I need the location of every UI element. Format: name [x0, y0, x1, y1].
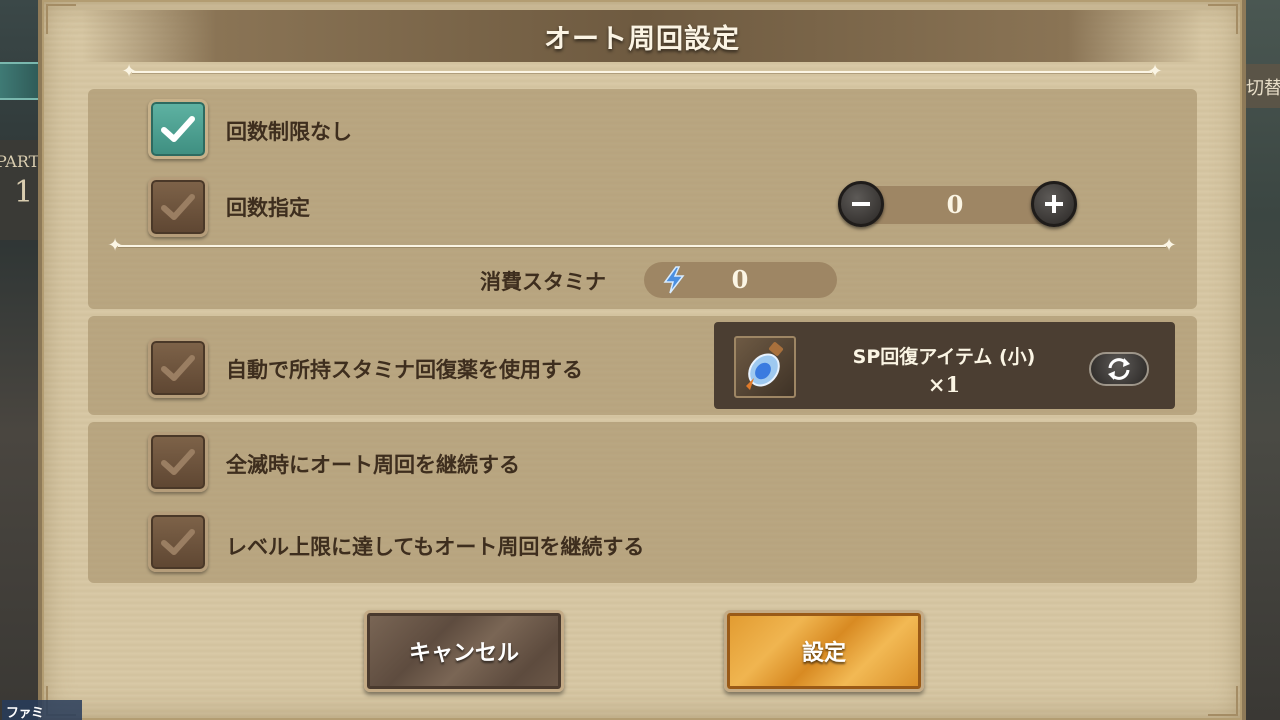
minus-icon [852, 202, 870, 206]
corner-ornament [1208, 686, 1238, 716]
item-thumbnail [734, 336, 796, 398]
divider-ornament-icon: ✦ [107, 235, 123, 256]
swap-icon [1108, 358, 1130, 380]
title-divider: ✦ ✦ [121, 63, 1162, 81]
unlimited-checkbox[interactable] [148, 99, 208, 159]
specify-count-checkbox[interactable] [148, 177, 208, 237]
background-teal-tab [0, 62, 40, 100]
item-quantity: ×1 [927, 372, 961, 397]
watermark-logo: ファミ通.com [2, 700, 82, 720]
background-right [1240, 0, 1280, 720]
swap-item-button[interactable] [1089, 352, 1149, 386]
stamina-cost-value: 0 [731, 265, 749, 294]
cancel-button[interactable]: キャンセル [364, 610, 564, 692]
corner-ornament [1208, 4, 1238, 34]
potion-icon [746, 342, 783, 390]
check-icon [161, 194, 195, 220]
stamina-cost-label: 消費スタミナ [480, 270, 606, 294]
continue-on-level-cap-label: レベル上限に達してもオート周回を継続する [226, 535, 645, 559]
background-switch-label: 切替 [1240, 64, 1280, 108]
divider-ornament-icon: ✦ [121, 61, 137, 82]
cancel-button-label: キャンセル [408, 641, 519, 666]
check-icon [161, 529, 195, 555]
continue-on-wipe-label: 全滅時にオート周回を継続する [226, 453, 520, 477]
lightning-icon [663, 266, 685, 294]
item-name: SP回復アイテム (小) [852, 346, 1036, 368]
plus-icon [1045, 195, 1063, 213]
auto-recover-label: 自動で所持スタミナ回復薬を使用する [226, 358, 583, 382]
corner-ornament [46, 4, 76, 34]
unlimited-label: 回数制限なし [226, 120, 352, 144]
recovery-item-selector: SP回復アイテム (小) ×1 [714, 322, 1175, 409]
confirm-button-label: 設定 [801, 641, 846, 666]
check-icon [161, 355, 195, 381]
increment-button[interactable] [1031, 181, 1077, 227]
check-icon [161, 116, 195, 142]
confirm-button[interactable]: 設定 [724, 610, 924, 692]
background-left [0, 0, 40, 720]
part-text: PART [0, 152, 40, 171]
part-number: 1 [14, 175, 34, 210]
title-bar: オート周回設定 [82, 10, 1202, 62]
dialog-title: オート周回設定 [544, 23, 740, 55]
decrement-button[interactable] [838, 181, 884, 227]
stamina-divider: ✦ ✦ [107, 237, 1176, 255]
continue-on-level-cap-checkbox[interactable] [148, 512, 208, 572]
auto-recover-checkbox[interactable] [148, 338, 208, 398]
divider-ornament-icon: ✦ [1161, 235, 1177, 256]
continue-on-wipe-checkbox[interactable] [148, 432, 208, 492]
check-icon [161, 449, 195, 475]
divider-ornament-icon: ✦ [1147, 61, 1163, 82]
background-part-label: PART 1 [0, 140, 40, 240]
specify-count-label: 回数指定 [226, 196, 310, 220]
count-value: 0 [946, 190, 964, 219]
